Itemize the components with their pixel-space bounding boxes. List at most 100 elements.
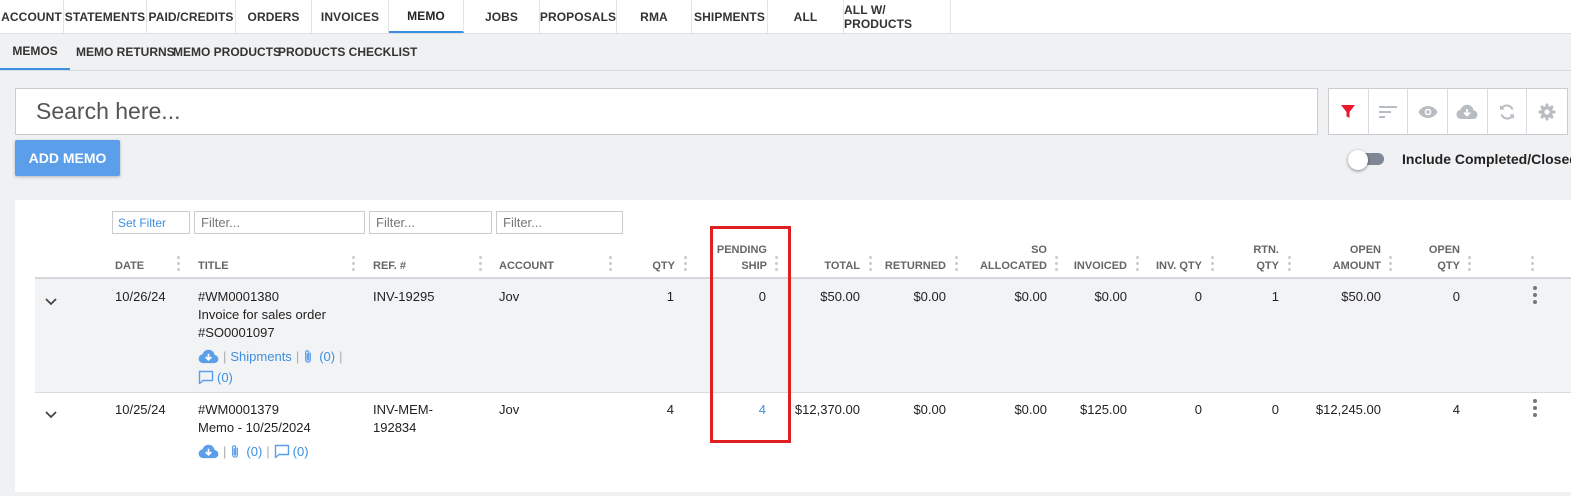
filter-button[interactable] [1329, 89, 1369, 134]
column-header-open-qty-line2[interactable]: QTY [1410, 258, 1460, 274]
column-header-returned[interactable]: RETURNED [880, 258, 946, 274]
row-open-amount: $50.00 [1341, 289, 1381, 304]
tab-memo-returns[interactable]: MEMO RETURNS [76, 34, 175, 70]
column-header-title[interactable]: TITLE [198, 258, 229, 274]
column-header-invoiced[interactable]: INVOICED [1066, 258, 1127, 274]
settings-button[interactable] [1527, 89, 1567, 134]
row-qty: 1 [666, 289, 674, 304]
column-header-ref[interactable]: REF. # [373, 258, 406, 274]
column-header-so-allocated-line2[interactable]: ALLOCATED [970, 258, 1047, 274]
tab-memo-products[interactable]: MEMO PRODUCTS [173, 34, 281, 70]
row-invoiced: $0.00 [1094, 289, 1127, 304]
sort-button[interactable] [1369, 89, 1409, 134]
column-resize-handle[interactable] [1136, 256, 1140, 274]
column-resize-handle[interactable] [775, 256, 779, 274]
column-resize-handle[interactable] [1211, 256, 1215, 274]
row-title-number[interactable]: #WM0001380 [198, 288, 279, 306]
column-resize-handle[interactable] [684, 256, 688, 274]
tab-proposals[interactable]: PROPOSALS [540, 0, 617, 33]
row-title-description: Invoice for sales order [198, 307, 326, 322]
column-resize-handle[interactable] [1389, 256, 1393, 274]
ref-filter-input[interactable]: Filter... [369, 211, 492, 234]
tab-shipments[interactable]: SHIPMENTS [692, 0, 768, 33]
cloud-download-icon [198, 349, 219, 364]
account-filter-input[interactable]: Filter... [496, 211, 623, 234]
row-rtn-qty: 1 [1271, 289, 1279, 304]
add-memo-button[interactable]: ADD MEMO [15, 140, 120, 176]
cloud-download-icon [1456, 104, 1478, 119]
column-header-pending-ship-line1[interactable]: PENDING [704, 242, 767, 258]
download-link[interactable] [198, 349, 219, 364]
chevron-down-icon[interactable] [43, 296, 59, 308]
set-filter-button[interactable]: Set Filter [112, 211, 190, 234]
column-header-date[interactable]: DATE [115, 258, 144, 274]
column-resize-handle[interactable] [955, 256, 959, 274]
column-header-rtn-qty-line2[interactable]: QTY [1226, 258, 1279, 274]
row-account: Jov [499, 402, 520, 417]
chevron-down-icon[interactable] [43, 409, 59, 421]
tab-statements[interactable]: STATEMENTS [64, 0, 147, 33]
sub-tab-bar: MEMOS MEMO RETURNS MEMO PRODUCTS PRODUCT… [0, 34, 1571, 71]
column-resize-handle[interactable] [1468, 256, 1472, 274]
row-pending-ship-link[interactable]: 4 [704, 401, 766, 419]
view-button[interactable] [1408, 89, 1449, 134]
tab-all[interactable]: ALL [768, 0, 844, 33]
separator: | [223, 349, 227, 364]
download-button[interactable] [1448, 89, 1488, 134]
tab-account[interactable]: ACCOUNT [0, 0, 64, 33]
column-resize-handle[interactable] [609, 256, 613, 274]
tab-memo[interactable]: MEMO [389, 0, 464, 33]
download-link[interactable] [198, 444, 219, 459]
column-header-account[interactable]: ACCOUNT [499, 258, 554, 274]
attachments-link[interactable]: (0) [230, 444, 262, 459]
include-completed-toggle[interactable] [1348, 150, 1386, 170]
column-header-open-qty-line1[interactable]: OPEN [1410, 242, 1460, 258]
row-menu-button[interactable] [1533, 286, 1539, 308]
column-header-rtn-qty-line1[interactable]: RTN. [1226, 242, 1279, 258]
search-input[interactable]: Search here... [15, 88, 1318, 135]
column-resize-handle[interactable] [1531, 256, 1535, 274]
comments-link[interactable]: (0) [274, 444, 309, 459]
column-header-open-amount-line1[interactable]: OPEN [1310, 242, 1381, 258]
row-menu-button[interactable] [1533, 399, 1539, 421]
gear-icon [1538, 103, 1556, 120]
column-header-so-allocated-line1[interactable]: SO [970, 242, 1047, 258]
tab-invoices[interactable]: INVOICES [312, 0, 389, 33]
tab-products-checklist[interactable]: PRODUCTS CHECKLIST [278, 34, 417, 70]
row-date: 10/26/24 [115, 289, 166, 304]
column-resize-handle[interactable] [177, 256, 181, 274]
row-ref: INV-19295 [373, 289, 435, 304]
column-resize-handle[interactable] [1055, 256, 1059, 274]
filter-icon [1341, 104, 1356, 118]
shipments-link[interactable]: Shipments [230, 349, 291, 364]
sort-icon [1379, 105, 1397, 118]
row-invoiced: $125.00 [1080, 402, 1127, 417]
sync-icon [1500, 103, 1515, 120]
row-so-allocated: $0.00 [1014, 289, 1047, 304]
top-tab-bar: ACCOUNT STATEMENTS PAID/CREDITS ORDERS I… [0, 0, 1571, 34]
tab-paid-credits[interactable]: PAID/CREDITS [147, 0, 236, 33]
tab-all-with-products[interactable]: ALL W/ PRODUCTS [844, 0, 951, 33]
column-header-total[interactable]: TOTAL [799, 258, 860, 274]
column-resize-handle[interactable] [479, 256, 483, 274]
tab-orders[interactable]: ORDERS [236, 0, 312, 33]
row-title-number[interactable]: #WM0001379 [198, 401, 279, 419]
column-header-pending-ship-line2[interactable]: SHIP [704, 258, 767, 274]
column-resize-handle[interactable] [352, 256, 356, 274]
row-open-amount: $12,245.00 [1315, 402, 1381, 417]
comments-link[interactable]: (0) [198, 370, 233, 385]
attachments-link[interactable]: (0) [303, 349, 335, 364]
tab-memos[interactable]: MEMOS [0, 34, 70, 70]
column-header-open-amount-line2[interactable]: AMOUNT [1310, 258, 1381, 274]
row-actions: | (0) | (0) [198, 444, 309, 459]
row-so-allocated: $0.00 [1014, 402, 1047, 417]
tab-jobs[interactable]: JOBS [464, 0, 540, 33]
column-resize-handle[interactable] [1288, 256, 1292, 274]
title-filter-input[interactable]: Filter... [194, 211, 365, 234]
tab-rma[interactable]: RMA [617, 0, 692, 33]
column-header-qty[interactable]: QTY [634, 258, 675, 274]
refresh-button[interactable] [1488, 89, 1528, 134]
row-pending-ship: 0 [758, 289, 766, 304]
column-header-inv-qty[interactable]: INV. QTY [1145, 258, 1202, 274]
column-resize-handle[interactable] [869, 256, 873, 274]
